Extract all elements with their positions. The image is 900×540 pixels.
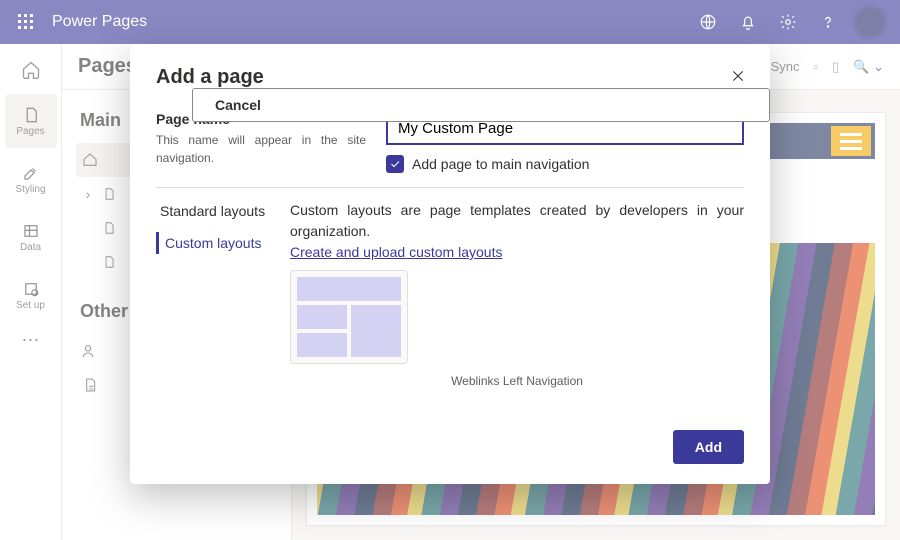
add-page-modal: Add a page Page name* This name will app…	[130, 44, 770, 484]
add-nav-label: Add page to main navigation	[412, 156, 589, 172]
page-name-hint: This name will appear in the site naviga…	[156, 131, 366, 167]
template-weblinks-left[interactable]	[290, 270, 408, 364]
modal-title: Add a page	[156, 66, 744, 89]
template-caption: Weblinks Left Navigation	[290, 374, 744, 390]
modal-overlay: Add a page Page name* This name will app…	[0, 0, 900, 540]
cancel-button[interactable]: Cancel	[192, 88, 770, 122]
add-nav-checkbox[interactable]	[386, 155, 404, 173]
custom-layout-desc: Custom layouts are page templates create…	[290, 200, 744, 242]
add-button[interactable]: Add	[673, 430, 744, 464]
tab-standard-layouts[interactable]: Standard layouts	[156, 200, 276, 222]
close-icon[interactable]	[724, 62, 752, 90]
divider	[156, 187, 744, 188]
tab-custom-layouts[interactable]: Custom layouts	[156, 232, 276, 254]
custom-layout-link[interactable]: Create and upload custom layouts	[290, 244, 502, 260]
